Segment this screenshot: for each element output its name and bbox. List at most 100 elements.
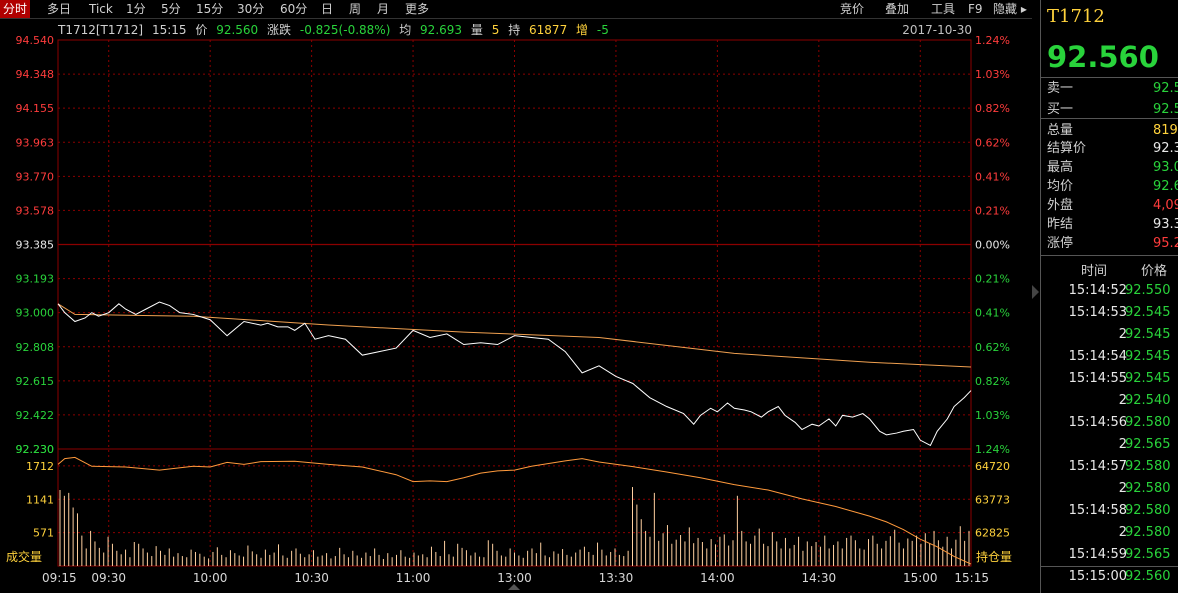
price-tick-label: 93.578 [16,204,55,217]
tick-price: 92.545 [1125,305,1171,320]
quote-sidebar: T1712 92.560 卖一 92.5 买一 92.5 总量 819 结算价 92.3 最高 9… [1040,0,1178,593]
intraday-chart[interactable]: 94.540 1.24% 94.348 1.03% 94.155 0.82% 93.963 0… [0,0,1032,593]
chart-frame [57,39,972,567]
tick-price: 92.580 [1125,481,1171,496]
price-line [57,301,972,447]
pct-tick-label: 1.03% [975,68,1010,81]
quote-key: 外盘 [1047,198,1074,213]
pct-tick-label: 1.24% [975,34,1010,47]
price-tick-label: 92.230 [16,443,55,456]
pct-tick-label: 0.82% [975,375,1010,388]
quote-key: 均价 [1047,179,1074,194]
time-tick-label: 11:00 [396,571,431,585]
quote-row: 昨结 93.3 [1047,215,1178,234]
pct-tick-label: 0.82% [975,102,1010,115]
time-tick-label: 13:00 [497,571,532,585]
quote-key: 总量 [1047,123,1074,138]
quote-value: 95.2 [1153,236,1178,251]
quote-row: 买一 92.5 [1047,100,1178,119]
time-tick-label: 09:15 [42,571,77,585]
price-tick-label: 92.808 [16,341,55,354]
quote-row: 外盘 4,09 [1047,196,1178,215]
tick-row: 15:14:53 92.545 [1041,302,1178,324]
time-tick-label: 10:30 [294,571,329,585]
sidebar-divider [1041,77,1178,78]
tick-price: 92.545 [1125,371,1171,386]
tick-row: 15:14:57 92.580 [1041,456,1178,478]
expand-arrow-icon[interactable] [1032,285,1039,299]
quote-row: 最高 93.0 [1047,158,1178,177]
tick-price: 92.580 [1125,415,1171,430]
tick-row: 2 92.545 [1041,324,1178,346]
sidebar-divider [1041,255,1178,256]
quote-key: 买一 [1047,102,1074,117]
sidebar-price: 92.560 [1047,40,1159,74]
volume-tick-label: 1712 [26,460,54,473]
quote-value: 4,09 [1153,198,1178,213]
tick-row: 15:14:55 92.545 [1041,368,1178,390]
price-tick-label: 92.615 [16,375,55,388]
tick-time: 15:14:55 [1068,371,1127,386]
quote-row: 均价 92.6 [1047,177,1178,196]
tick-time: 15:14:58 [1068,503,1127,518]
tick-row: 2 92.565 [1041,434,1178,456]
quote-value: 92.5 [1153,102,1178,117]
quote-key: 最高 [1047,160,1074,175]
tick-header: 时间 价格 [1041,260,1178,279]
tick-time: 15:14:52 [1068,283,1127,298]
oi-tick-label: 64720 [975,460,1010,473]
price-tick-label: 92.422 [16,409,55,422]
quote-row: 结算价 92.3 [1047,139,1178,158]
quote-row: 总量 819 [1047,121,1178,140]
volume-tick-label: 571 [33,527,54,540]
quote-row: 卖一 92.5 [1047,79,1178,98]
pct-tick-label: 0.41% [975,307,1010,320]
price-tick-label: 93.770 [16,170,55,183]
time-tick-label: 09:30 [91,571,126,585]
quote-value: 92.5 [1153,81,1178,96]
tick-price: 92.565 [1125,547,1171,562]
tick-price: 92.545 [1125,349,1171,364]
tick-header-time: 时间 [1081,264,1108,279]
tick-header-price: 价格 [1141,264,1168,279]
quote-value: 93.0 [1153,160,1178,175]
price-tick-label: 94.348 [16,68,55,81]
tick-row: 15:14:56 92.580 [1041,412,1178,434]
volume-axis-label: 成交量 [6,549,42,564]
volume-tick-label: 1141 [26,493,54,506]
time-tick-label: 15:15 [954,571,989,585]
quote-value: 92.6 [1153,179,1178,194]
sidebar-title: T1712 [1047,6,1105,27]
pct-tick-label: 0.62% [975,341,1010,354]
tick-price: 92.580 [1125,459,1171,474]
tick-row: 15:15:00 92.560 [1041,566,1178,588]
tick-row: 15:14:59 92.565 [1041,544,1178,566]
tick-time: 15:14:53 [1068,305,1127,320]
tick-price: 92.540 [1125,393,1171,408]
pct-tick-label: 1.24% [975,443,1010,456]
quote-value: 819 [1153,123,1178,138]
tick-price: 92.580 [1125,503,1171,518]
oi-tick-label: 63773 [975,493,1010,506]
tick-price: 92.560 [1125,569,1171,584]
tick-price: 92.565 [1125,437,1171,452]
tick-time: 15:14:59 [1068,547,1127,562]
tick-price: 92.545 [1125,327,1171,342]
sidebar-divider [1041,566,1178,567]
quote-key: 卖一 [1047,81,1074,96]
quote-value: 93.3 [1153,217,1178,232]
price-tick-label: 94.540 [16,34,55,47]
quote-key: 昨结 [1047,217,1074,232]
time-tick-label: 14:00 [700,571,735,585]
quote-value: 92.3 [1153,141,1178,156]
quote-key: 结算价 [1047,141,1087,156]
pct-tick-label: 1.03% [975,409,1010,422]
price-tick-label: 93.193 [16,273,55,286]
tick-price: 92.580 [1125,525,1171,540]
tick-price: 92.550 [1125,283,1171,298]
quote-row: 涨停 95.2 [1047,234,1178,253]
tick-row: 2 92.580 [1041,522,1178,544]
pct-tick-label: 0.41% [975,170,1010,183]
price-tick-label: 93.000 [16,307,55,320]
tick-time: 15:14:57 [1068,459,1127,474]
